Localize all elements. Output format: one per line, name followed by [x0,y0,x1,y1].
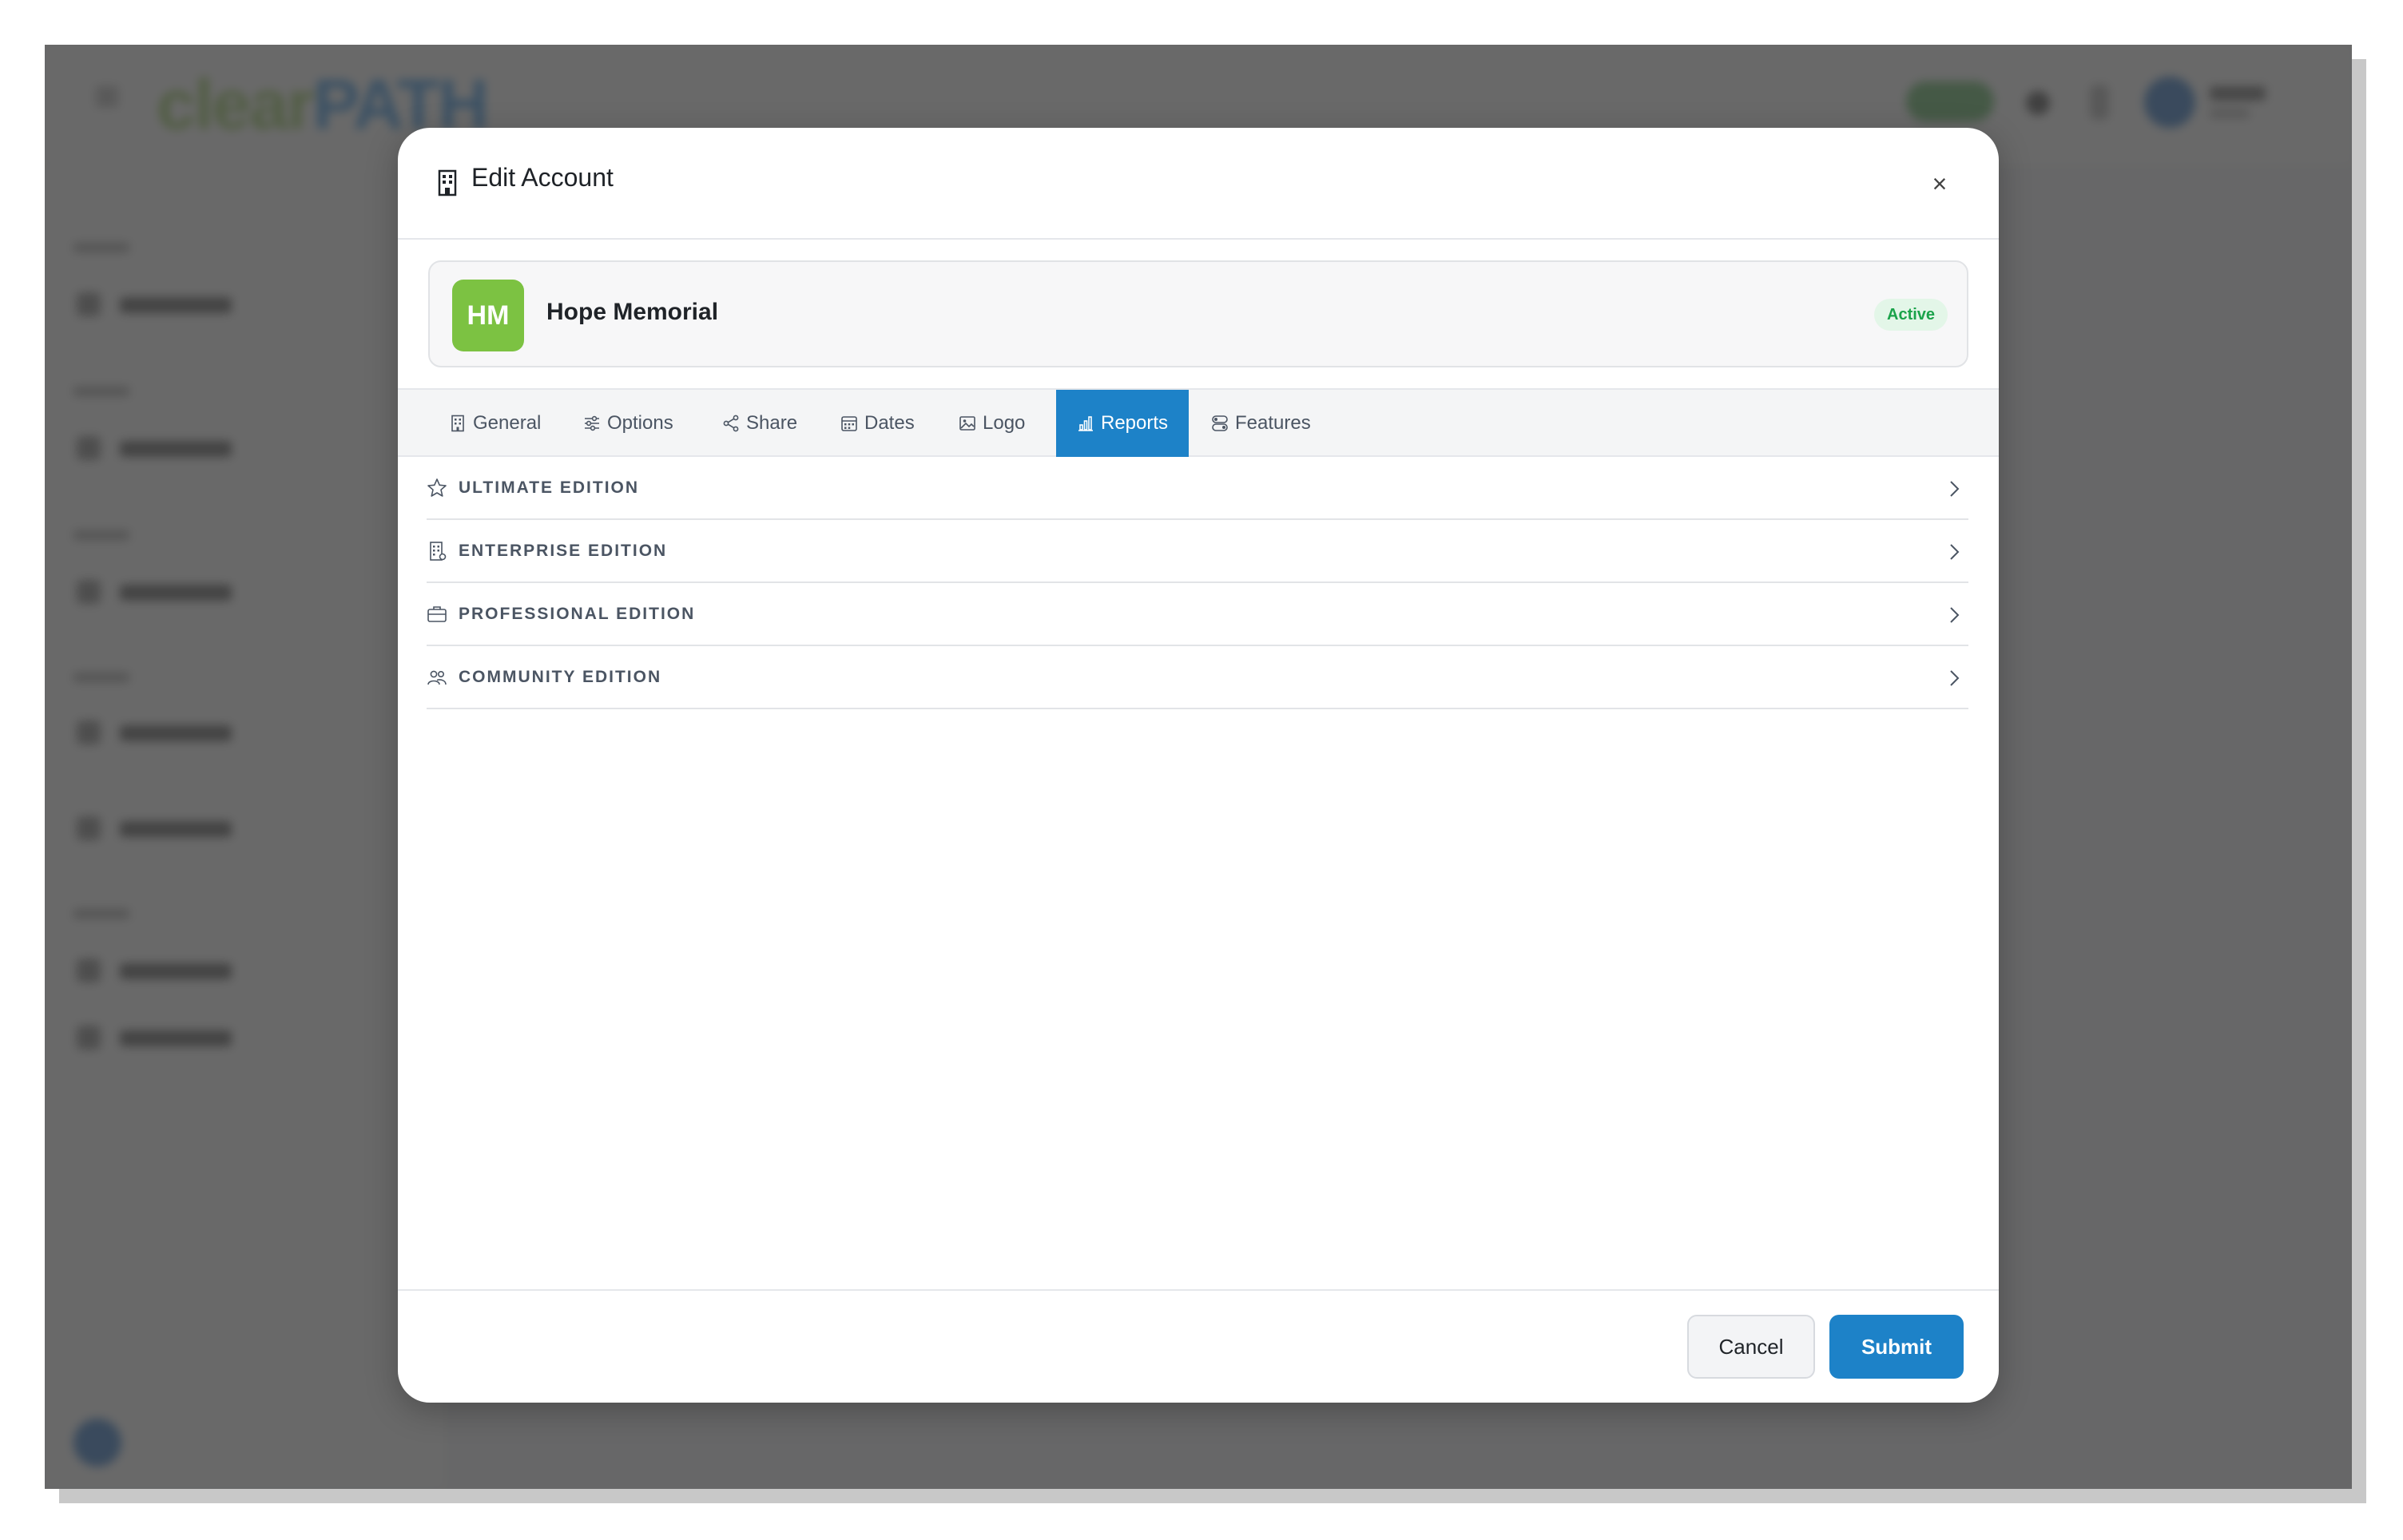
sliders-icon [585,415,599,431]
tab-options[interactable]: Options [583,390,673,457]
tab-label: General [473,412,542,434]
cancel-button[interactable]: Cancel [1687,1315,1815,1379]
chevron-right-icon [1950,544,1960,560]
chevron-right-icon [1950,481,1960,497]
calendar-icon [841,416,857,431]
building-icon [438,169,457,196]
chevron-right-icon [1950,607,1960,623]
star-icon [427,478,447,497]
submit-button[interactable]: Submit [1829,1315,1964,1379]
tab-label: Share [746,412,798,434]
modal-header: Edit Account × [398,128,1999,240]
bar-chart-icon [1078,416,1093,431]
accordion-label: ENTERPRISE EDITION [459,541,668,560]
account-summary-card: HM Hope Memorial Active [428,260,1968,367]
tab-dates[interactable]: Dates [840,390,915,457]
tab-logo[interactable]: Logo [959,390,1025,457]
chevron-right-icon [1950,670,1960,686]
toggles-icon [1212,415,1228,431]
account-avatar: HM [452,280,524,351]
account-name: Hope Memorial [546,299,719,325]
people-icon [427,670,447,685]
building-icon [430,541,447,561]
tab-general[interactable]: General [449,390,541,457]
editions-accordion: ULTIMATE EDITION ENTERPRISE EDITION PROF… [427,457,1968,709]
modal-footer: Cancel Submit [398,1289,1999,1403]
tab-share[interactable]: Share [722,390,797,457]
tab-bar: General Options Share Dates Logo Reports… [398,388,1999,457]
building-icon [451,415,464,432]
tab-label: Options [607,412,673,434]
image-icon [959,416,975,431]
status-badge: Active [1874,299,1948,331]
accordion-label: ULTIMATE EDITION [459,478,640,497]
tab-features[interactable]: Features [1211,390,1311,457]
tab-reports[interactable]: Reports [1056,390,1190,457]
tab-label: Dates [864,412,915,434]
tab-label: Features [1235,412,1311,434]
tab-label: Reports [1101,412,1169,434]
edit-account-dialog: Edit Account × HM Hope Memorial Active G… [398,128,1999,1403]
accordion-item-enterprise-edition[interactable]: ENTERPRISE EDITION [427,520,1968,583]
tab-label: Logo [983,412,1026,434]
accordion-item-ultimate-edition[interactable]: ULTIMATE EDITION [427,457,1968,520]
accordion-label: PROFESSIONAL EDITION [459,604,696,623]
modal-title: Edit Account [471,163,614,192]
accordion-item-community-edition[interactable]: COMMUNITY EDITION [427,646,1968,709]
share-icon [723,415,739,432]
accordion-item-professional-edition[interactable]: PROFESSIONAL EDITION [427,583,1968,646]
close-icon[interactable]: × [1924,168,1956,200]
briefcase-icon [427,605,447,622]
accordion-label: COMMUNITY EDITION [459,667,662,686]
